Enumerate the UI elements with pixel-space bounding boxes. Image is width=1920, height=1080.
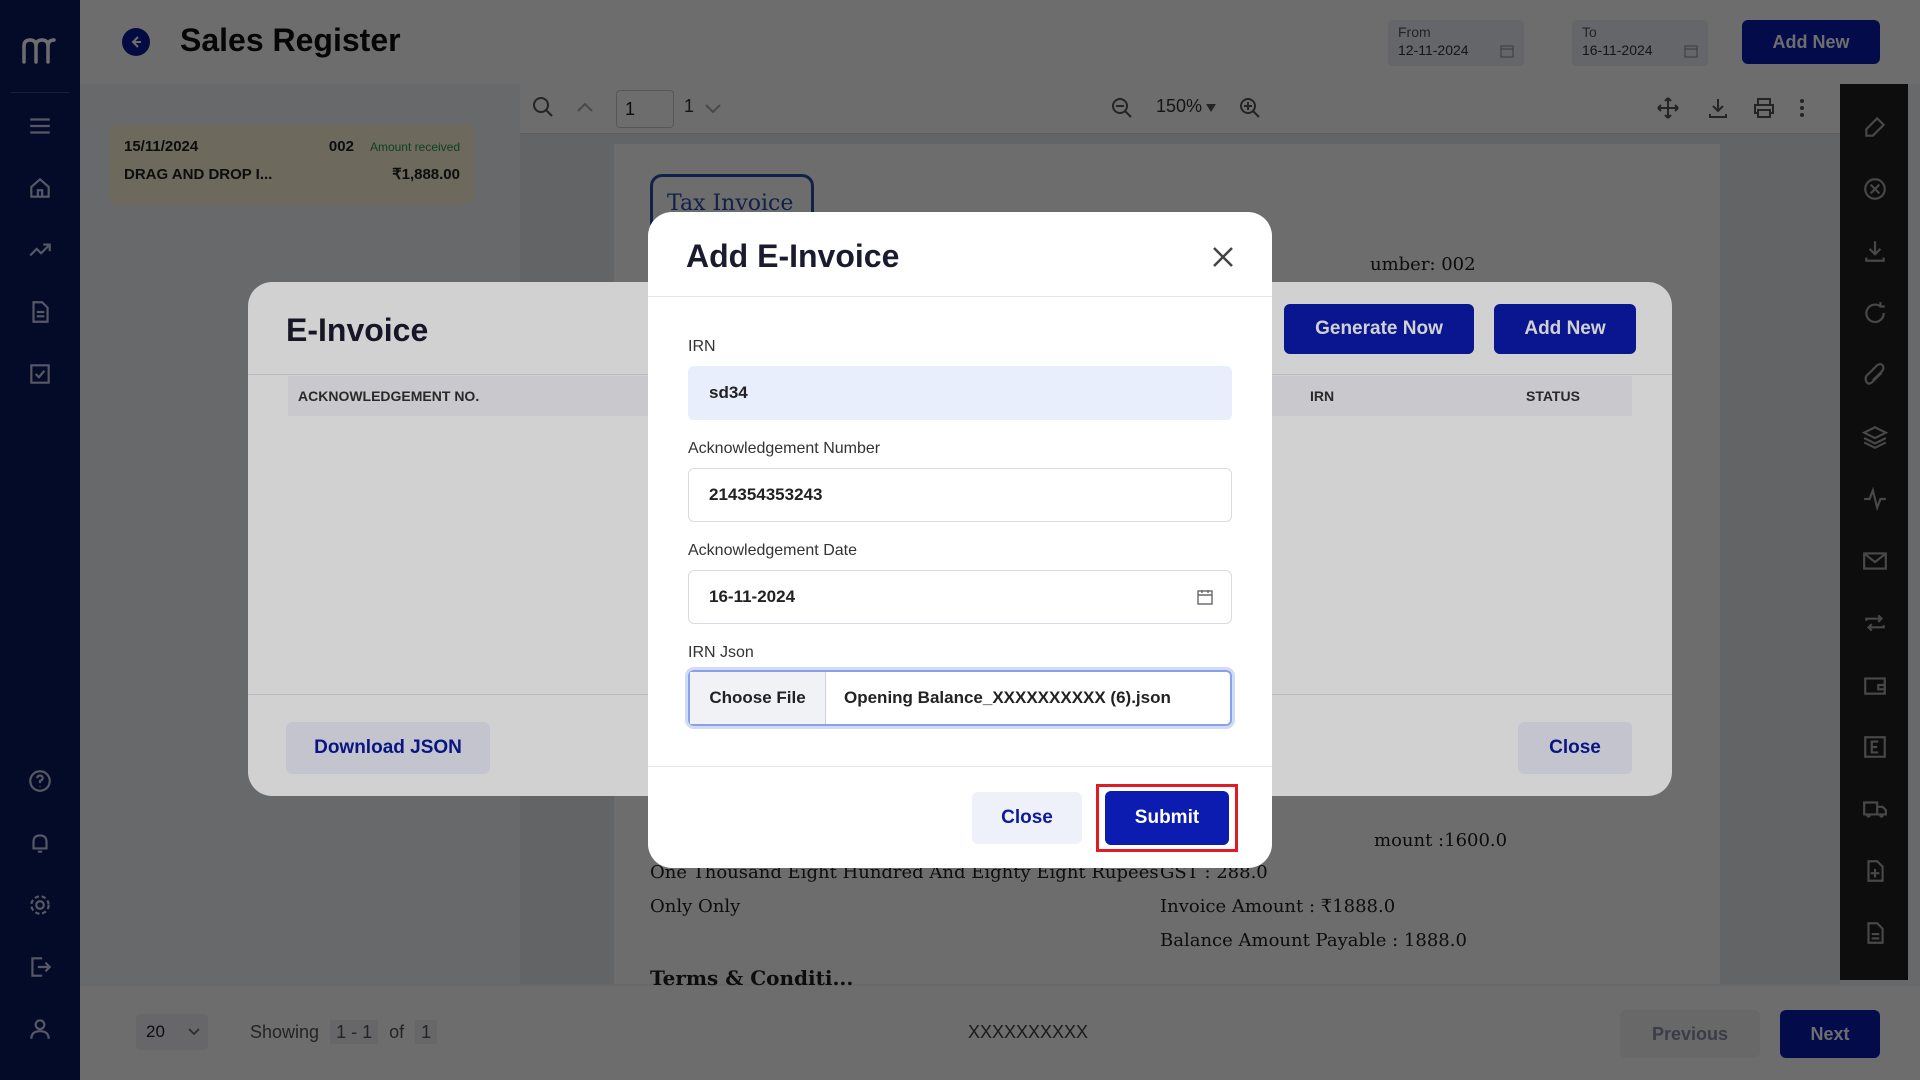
add-e-invoice-dialog: Add E-Invoice IRN sd34 Acknowledgement N… bbox=[648, 212, 1272, 868]
dialog-divider bbox=[648, 766, 1272, 767]
ack-number-input[interactable]: 214354353243 bbox=[688, 468, 1232, 522]
dialog-divider bbox=[648, 296, 1272, 297]
submit-button[interactable]: Submit bbox=[1105, 791, 1229, 845]
irn-json-file-input[interactable]: Choose File Opening Balance_XXXXXXXXXX (… bbox=[688, 670, 1232, 726]
close-button[interactable]: Close bbox=[972, 792, 1082, 844]
irn-json-label: IRN Json bbox=[688, 644, 754, 661]
choose-file-button[interactable]: Choose File bbox=[690, 672, 826, 724]
irn-label: IRN bbox=[688, 338, 716, 355]
ack-date-label: Acknowledgement Date bbox=[688, 542, 857, 559]
ack-date-value: 16-11-2024 bbox=[709, 587, 796, 606]
ack-number-label: Acknowledgement Number bbox=[688, 440, 881, 457]
irn-input[interactable]: sd34 bbox=[688, 366, 1232, 420]
add-e-invoice-title: Add E-Invoice bbox=[686, 238, 900, 274]
submit-highlight: Submit bbox=[1096, 784, 1238, 852]
close-icon[interactable] bbox=[1208, 242, 1238, 272]
calendar-icon[interactable] bbox=[1197, 589, 1213, 605]
ack-date-input[interactable]: 16-11-2024 bbox=[688, 570, 1232, 624]
selected-file-name: Opening Balance_XXXXXXXXXX (6).json bbox=[844, 688, 1171, 707]
